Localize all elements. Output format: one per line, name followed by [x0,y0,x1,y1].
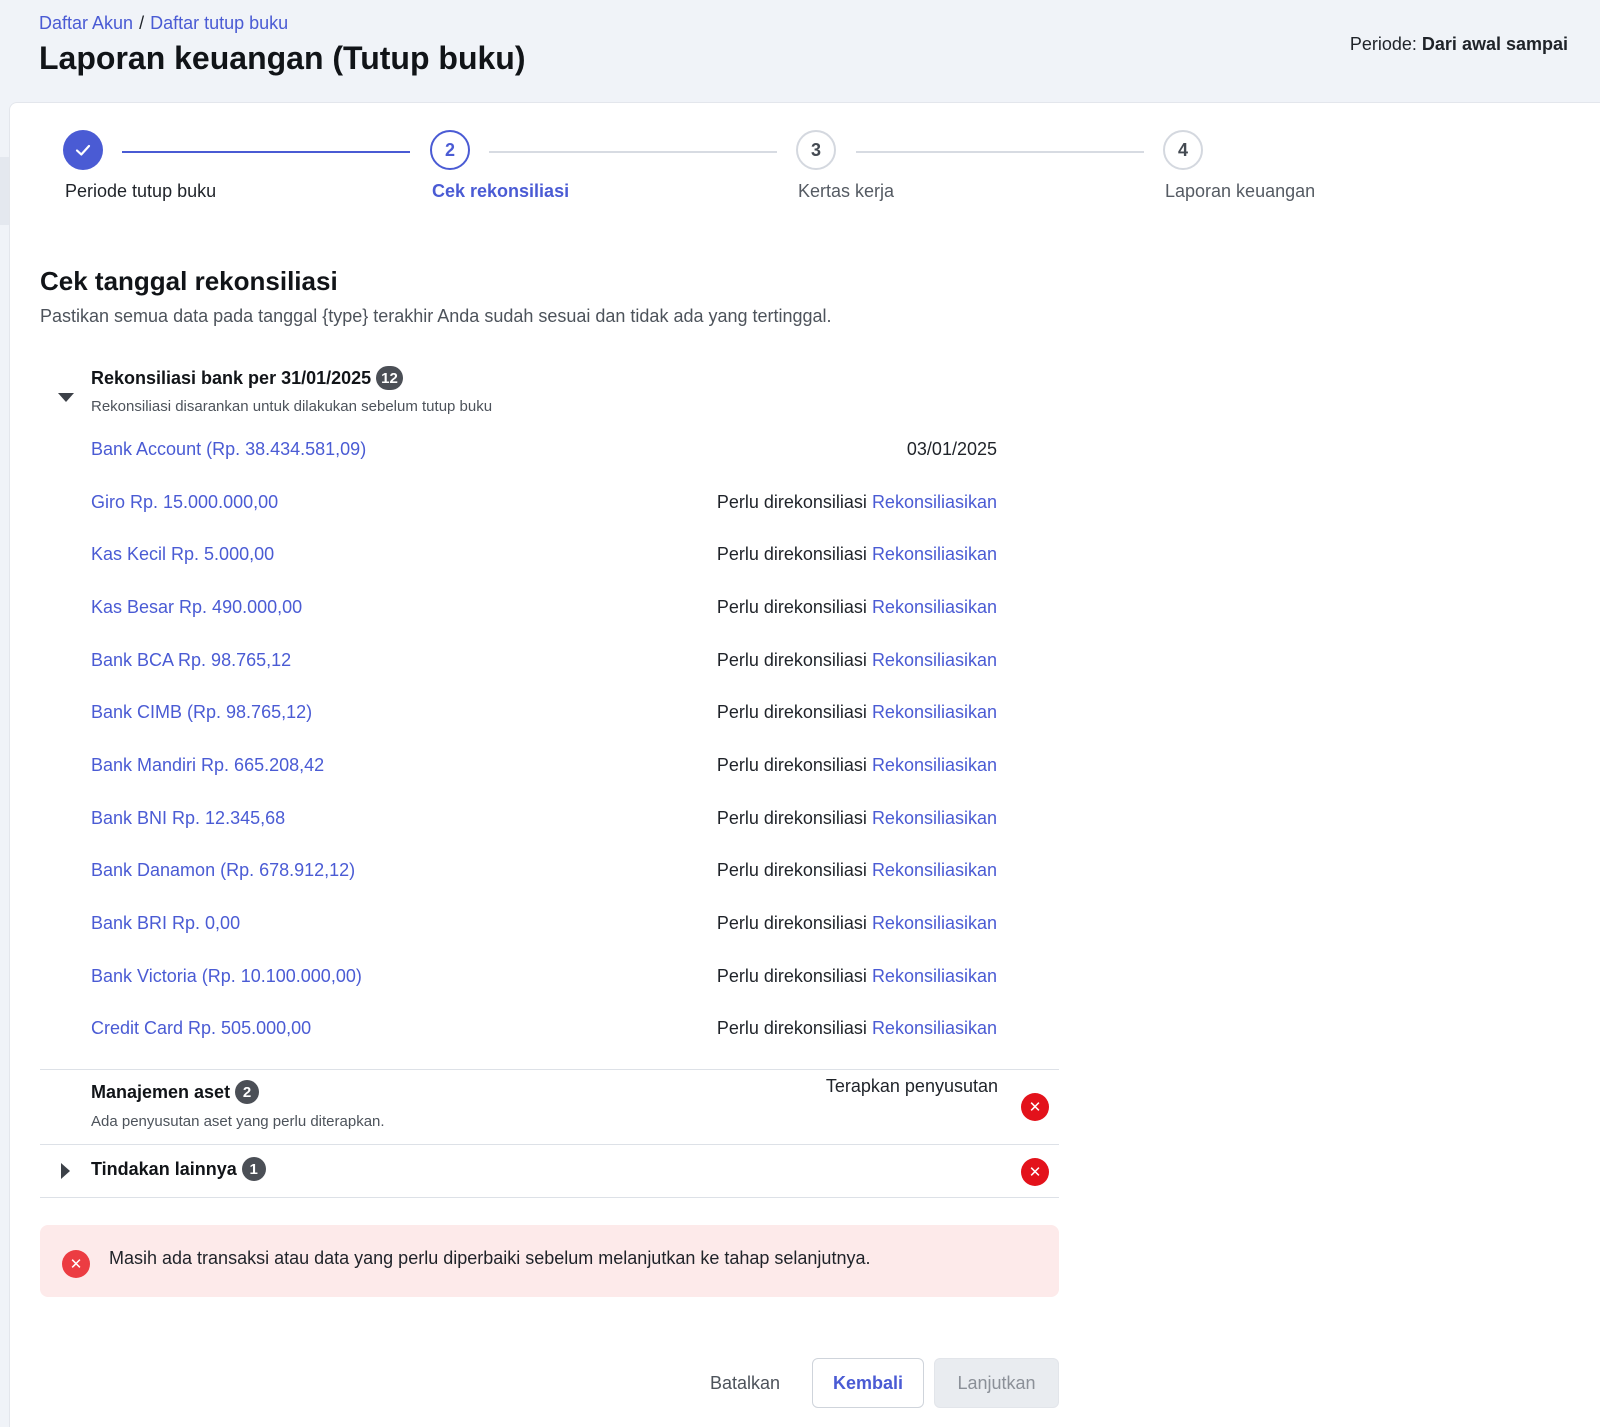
account-row: Bank BRI Rp. 0,00 Perlu direkonsiliasi R… [91,913,997,937]
section-description: Pastikan semua data pada tanggal {type} … [40,306,832,326]
account-name-link[interactable]: Bank BNI Rp. 12.345,68 [91,808,285,829]
account-last-reconciled-date: 03/01/2025 [906,439,997,459]
account-status: Perlu direkonsiliasi [716,597,867,617]
account-row: Bank Victoria (Rp. 10.100.000,00) Perlu … [91,966,997,990]
bank-group-title[interactable]: Rekonsiliasi bank per 31/01/2025 12 [91,366,403,390]
account-status: Perlu direkonsiliasi [716,755,867,775]
account-name-link[interactable]: Bank Danamon (Rp. 678.912,12) [91,860,355,881]
breadcrumb-separator: / [139,13,145,33]
period-value: Dari awal sampai [1421,34,1568,54]
account-row: Bank Account (Rp. 38.434.581,09) 03/01/2… [91,439,997,463]
reconcile-link[interactable]: Rekonsiliasikan [872,913,997,933]
step-2-number: 2 [430,130,470,170]
account-row: Bank Mandiri Rp. 665.208,42 Perlu direko… [91,755,997,779]
reconcile-link[interactable]: Rekonsiliasikan [872,597,997,617]
reconcile-link[interactable]: Rekonsiliasikan [872,808,997,828]
bank-group-subtitle: Rekonsiliasi disarankan untuk dilakukan … [91,398,493,415]
account-name-link[interactable]: Bank BCA Rp. 98.765,12 [91,650,291,671]
account-status: Perlu direkonsiliasi [716,492,867,512]
other-group-title-text: Tindakan lainnya [91,1158,237,1179]
account-row: Credit Card Rp. 505.000,00 Perlu direkon… [91,1018,997,1042]
alert-error-icon: ✕ [62,1250,90,1278]
reconcile-link[interactable]: Rekonsiliasikan [872,1018,997,1038]
account-status: Perlu direkonsiliasi [716,702,867,722]
asset-group-count-badge: 2 [235,1080,260,1104]
account-name-link[interactable]: Giro Rp. 15.000.000,00 [91,492,278,513]
step-4-label: Laporan keuangan [1165,181,1316,201]
reconcile-link[interactable]: Rekonsiliasikan [872,650,997,670]
section-title: Cek tanggal rekonsiliasi [40,266,338,296]
divider [40,1197,1059,1198]
step-connector-1 [122,151,410,153]
cancel-button[interactable]: Batalkan [700,1358,790,1408]
account-status: Perlu direkonsiliasi [716,808,867,828]
account-status: Perlu direkonsiliasi [716,544,867,564]
account-name-link[interactable]: Bank Account (Rp. 38.434.581,09) [91,439,366,460]
account-status: Perlu direkonsiliasi [716,860,867,880]
other-group-count-badge: 1 [241,1157,266,1181]
back-button[interactable]: Kembali [812,1358,924,1408]
step-1-label: Periode tutup buku [65,181,217,201]
breadcrumb-daftar-akun[interactable]: Daftar Akun [39,13,133,33]
reconcile-link[interactable]: Rekonsiliasikan [872,860,997,880]
divider [40,1069,1059,1070]
account-name-link[interactable]: Bank Mandiri Rp. 665.208,42 [91,755,324,776]
account-row: Bank CIMB (Rp. 98.765,12) Perlu direkons… [91,702,997,726]
account-row: Kas Besar Rp. 490.000,00 Perlu direkonsi… [91,597,997,621]
divider [40,1144,1059,1145]
reconcile-link[interactable]: Rekonsiliasikan [872,702,997,722]
alert-message: Masih ada transaksi atau data yang perlu… [109,1248,871,1268]
breadcrumb-daftar-tutup-buku[interactable]: Daftar tutup buku [150,13,288,33]
account-status: Perlu direkonsiliasi [716,1018,867,1038]
period-info: Periode: Dari awal sampai [1350,34,1568,55]
step-connector-3 [856,151,1144,153]
account-row: Bank BNI Rp. 12.345,68 Perlu direkonsili… [91,808,997,832]
account-row: Bank BCA Rp. 98.765,12 Perlu direkonsili… [91,650,997,674]
account-name-link[interactable]: Credit Card Rp. 505.000,00 [91,1018,311,1039]
account-status: Perlu direkonsiliasi [716,913,867,933]
page-title: Laporan keuangan (Tutup buku) [39,40,526,76]
step-3-label: Kertas kerja [798,181,895,201]
bank-group-count-badge: 12 [376,366,403,390]
reconcile-link[interactable]: Rekonsiliasikan [872,492,997,512]
step-4-number: 4 [1163,130,1203,170]
apply-depreciation-link[interactable]: Terapkan penyusutan [826,1076,998,1097]
page-header: Daftar Akun / Daftar tutup buku Laporan ke… [0,0,1600,104]
reconcile-link[interactable]: Rekonsiliasikan [872,755,997,775]
period-label: Periode: [1349,34,1417,54]
breadcrumb: Daftar Akun / Daftar tutup buku [39,13,288,34]
account-row: Kas Kecil Rp. 5.000,00 Perlu direkonsili… [91,544,997,568]
account-row: Giro Rp. 15.000.000,00 Perlu direkonsili… [91,492,997,516]
account-status: Perlu direkonsiliasi [716,650,867,670]
account-row: Bank Danamon (Rp. 678.912,12) Perlu dire… [91,860,997,884]
step-2-label: Cek rekonsiliasi [432,181,570,201]
step-1-check-icon [63,130,103,170]
reconcile-link[interactable]: Rekonsiliasikan [872,966,997,986]
left-strip [0,157,9,225]
asset-group-title: Manajemen aset 2 [91,1080,260,1104]
continue-button[interactable]: Lanjutkan [934,1358,1059,1408]
expand-caret-icon[interactable] [61,1163,70,1179]
account-name-link[interactable]: Kas Besar Rp. 490.000,00 [91,597,302,618]
step-connector-2 [489,151,777,153]
collapse-caret-icon[interactable] [58,393,74,402]
error-icon: ✕ [1021,1093,1049,1121]
asset-group-subtitle: Ada penyusutan aset yang perlu diterapka… [91,1113,385,1130]
account-name-link[interactable]: Bank Victoria (Rp. 10.100.000,00) [91,966,362,987]
step-3-number: 3 [796,130,836,170]
error-alert: ✕ Masih ada transaksi atau data yang per… [40,1225,1059,1297]
error-icon: ✕ [1021,1158,1049,1186]
account-name-link[interactable]: Bank BRI Rp. 0,00 [91,913,240,934]
bank-group-title-text: Rekonsiliasi bank per 31/01/2025 [91,367,372,388]
account-name-link[interactable]: Bank CIMB (Rp. 98.765,12) [91,702,312,723]
other-group-title[interactable]: Tindakan lainnya 1 [91,1157,266,1181]
reconcile-link[interactable]: Rekonsiliasikan [872,544,997,564]
account-name-link[interactable]: Kas Kecil Rp. 5.000,00 [91,544,274,565]
asset-group-title-text: Manajemen aset [91,1081,231,1102]
account-status: Perlu direkonsiliasi [716,966,867,986]
